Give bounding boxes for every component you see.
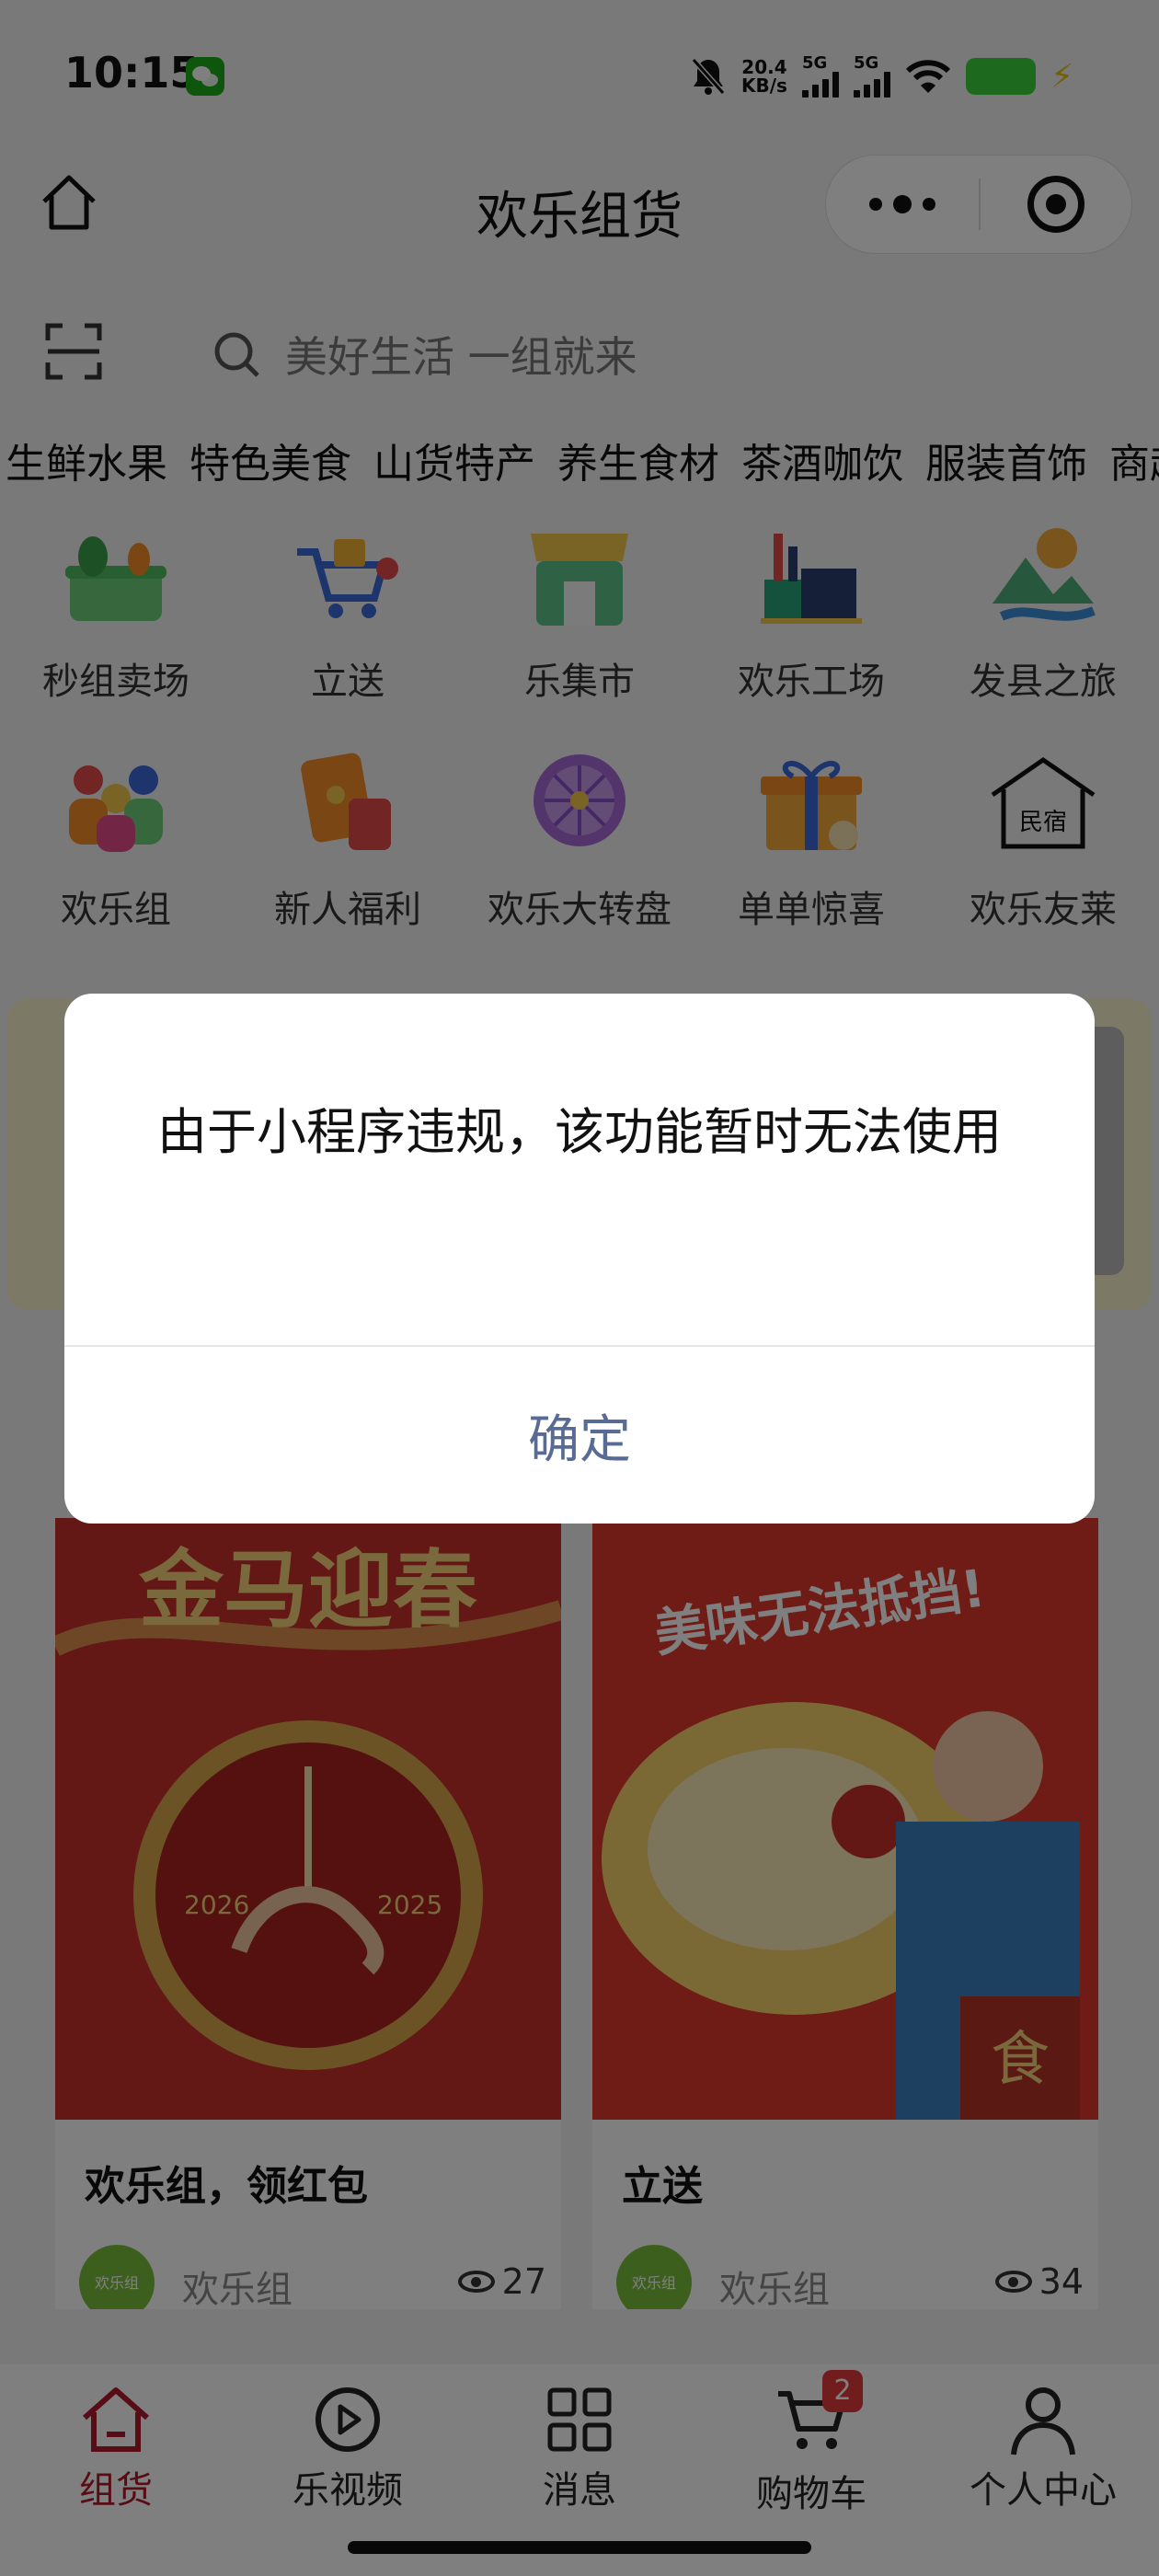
alert-dialog: 由于小程序违规，该功能暂时无法使用 确定 xyxy=(64,994,1095,1524)
alert-message: 由于小程序违规，该功能暂时无法使用 xyxy=(157,1103,1002,1161)
confirm-button[interactable]: 确定 xyxy=(64,1347,1095,1524)
